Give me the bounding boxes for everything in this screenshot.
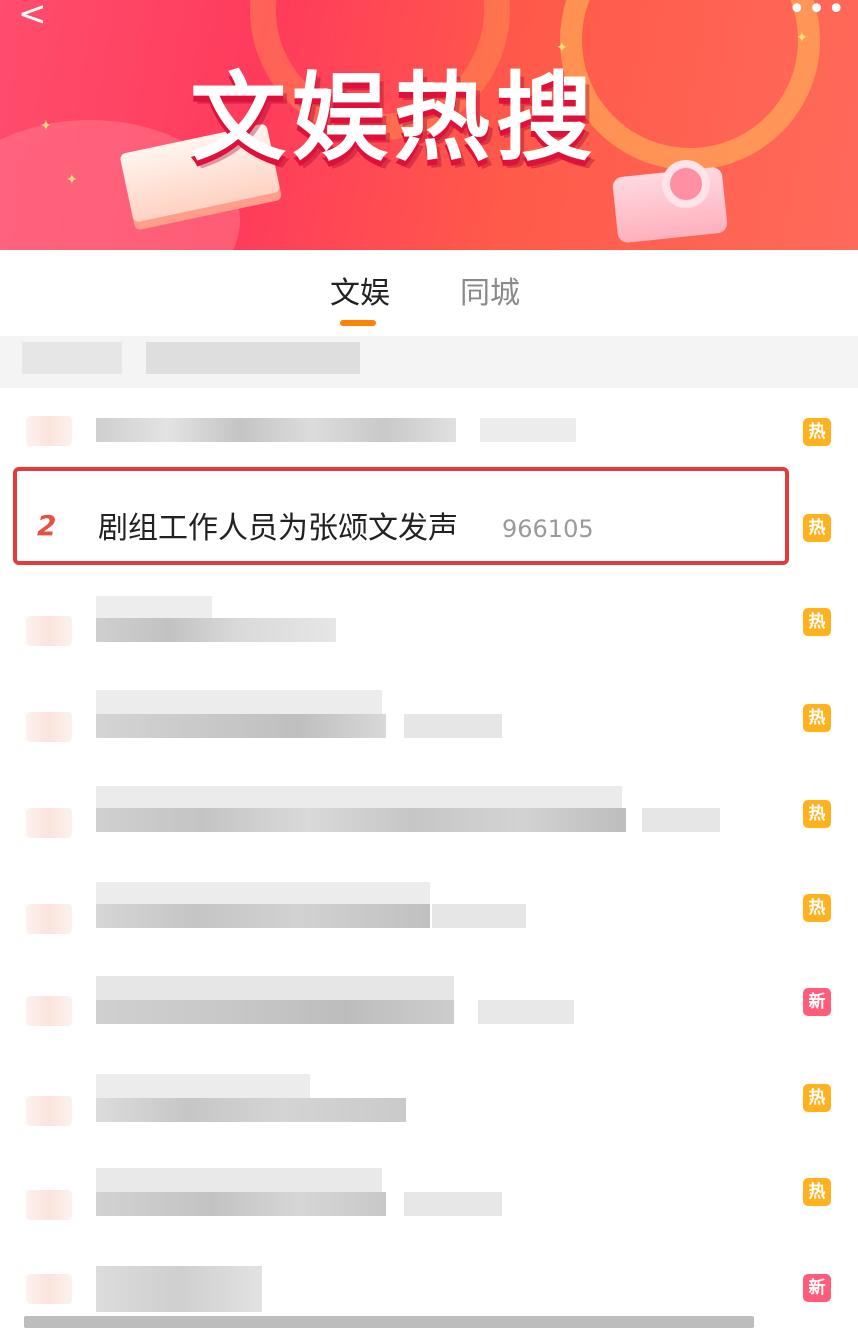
- sparkle-icon: ✦: [796, 30, 808, 46]
- sparkle-icon: ✦: [66, 172, 78, 188]
- hot-badge: 热: [803, 894, 831, 922]
- hot-search-page: ✦ ✦ ✦ ✦ 文娱热搜 < ••• 文娱 同城 热 2 剧组工作人员为张颂文发…: [0, 0, 858, 1328]
- blurred-title: [96, 418, 456, 442]
- blurred-rank: [26, 1274, 72, 1304]
- blurred-title: [96, 618, 336, 642]
- hot-search-banner: ✦ ✦ ✦ ✦ 文娱热搜 < •••: [0, 0, 858, 250]
- list-item[interactable]: 热: [0, 578, 858, 672]
- blurred-count: [478, 1000, 574, 1024]
- list-item[interactable]: 热: [0, 768, 858, 862]
- list-item[interactable]: 新: [0, 1240, 858, 1328]
- blurred-count: [480, 418, 576, 442]
- category-tabs: 文娱 同城: [0, 250, 858, 336]
- blurred-title: [96, 1192, 386, 1216]
- blurred-count: [642, 808, 720, 832]
- search-count: 966105: [502, 515, 594, 543]
- blurred-title: [96, 808, 626, 832]
- banner-decor: [560, 0, 820, 170]
- camera-lens-icon: [662, 160, 710, 208]
- blurred-rank: [26, 808, 72, 838]
- hot-badge: 热: [803, 608, 831, 636]
- blurred-title: [96, 1266, 262, 1312]
- blurred-rank: [26, 712, 72, 742]
- blurred-title: [96, 1000, 454, 1024]
- blurred-rank: [26, 1190, 72, 1220]
- blurred-rank: [26, 416, 72, 446]
- list-item[interactable]: 热: [0, 864, 858, 958]
- blurred-text: [146, 342, 360, 374]
- hot-badge: 热: [803, 800, 831, 828]
- new-badge: 新: [803, 988, 831, 1016]
- hot-badge: 热: [803, 1084, 831, 1112]
- hot-badge: 热: [803, 418, 831, 446]
- pinned-section-blurred: [0, 336, 858, 388]
- blurred-text: [22, 342, 122, 374]
- hot-badge: 热: [803, 1178, 831, 1206]
- tab-entertainment[interactable]: 文娱: [330, 276, 390, 312]
- blurred-title: [96, 596, 212, 620]
- rank-number: 2: [37, 509, 57, 542]
- new-badge: 新: [803, 1274, 831, 1302]
- blurred-title: [96, 786, 622, 810]
- blurred-title: [96, 882, 430, 906]
- hot-badge: 热: [803, 514, 831, 542]
- blurred-rank: [26, 904, 72, 934]
- sparkle-icon: ✦: [40, 118, 52, 134]
- list-item[interactable]: 新: [0, 958, 858, 1052]
- bottom-scroll-bar: [24, 1316, 754, 1328]
- blurred-title: [96, 690, 382, 714]
- blurred-title: [96, 976, 454, 1000]
- more-dots-icon[interactable]: •••: [788, 0, 845, 25]
- blurred-rank: [26, 616, 72, 646]
- blurred-count: [404, 1192, 502, 1216]
- tab-local[interactable]: 同城: [460, 276, 520, 312]
- blurred-count: [432, 904, 526, 928]
- list-item[interactable]: 热: [0, 1146, 858, 1240]
- blurred-title: [96, 1074, 310, 1098]
- back-chevron-icon[interactable]: <: [18, 0, 48, 32]
- blurred-title: [96, 714, 386, 738]
- blurred-title: [96, 1168, 382, 1192]
- blurred-rank: [26, 996, 72, 1026]
- hot-search-title[interactable]: 剧组工作人员为张颂文发声: [98, 510, 458, 548]
- active-tab-indicator: [340, 320, 376, 326]
- hot-badge: 热: [803, 704, 831, 732]
- banner-title: 文娱热搜: [190, 62, 598, 174]
- blurred-rank: [26, 1096, 72, 1126]
- list-item[interactable]: 热: [0, 672, 858, 766]
- blurred-count: [404, 714, 502, 738]
- blurred-title: [96, 1098, 406, 1122]
- list-item[interactable]: 热: [0, 1052, 858, 1146]
- blurred-title: [96, 904, 430, 928]
